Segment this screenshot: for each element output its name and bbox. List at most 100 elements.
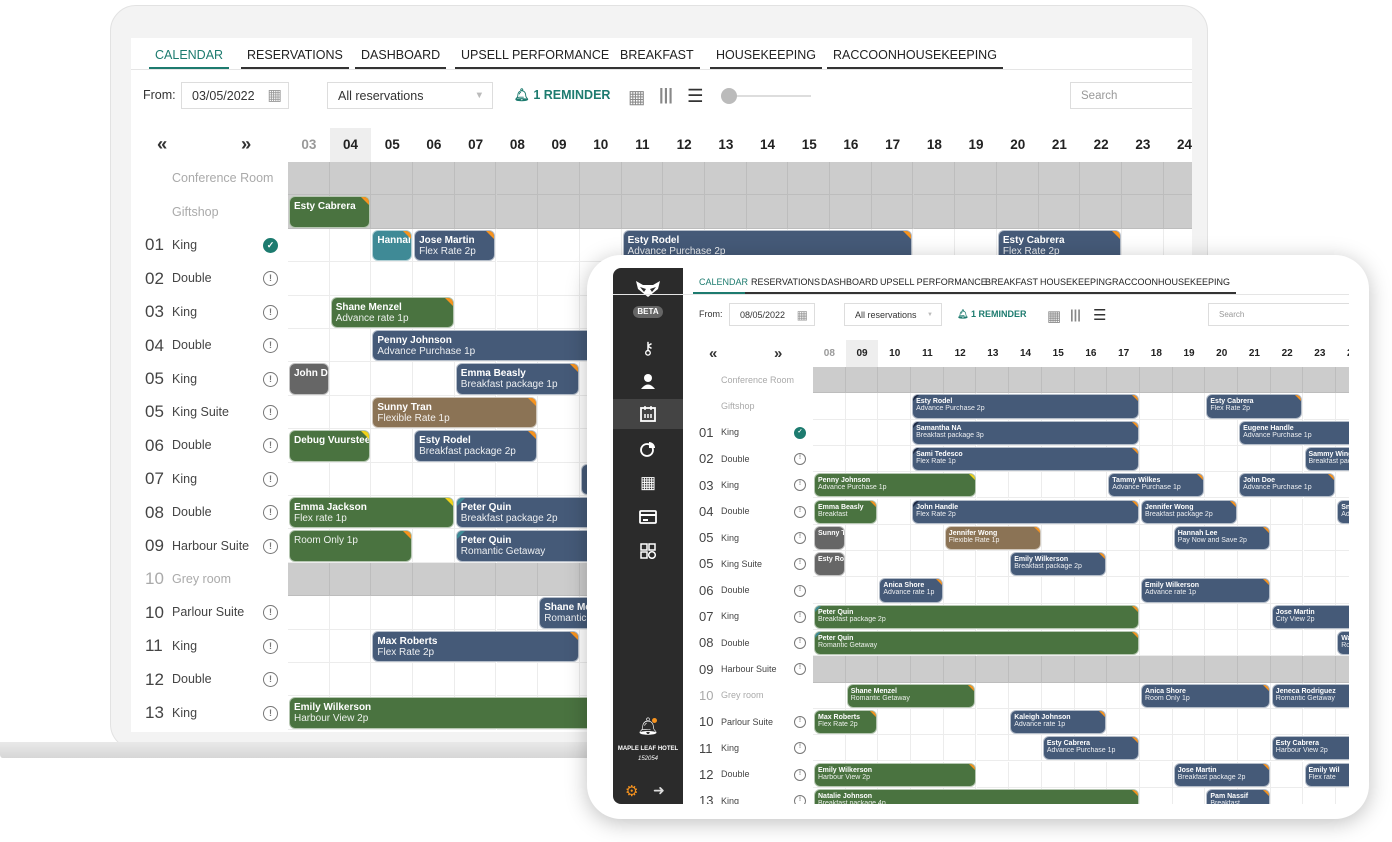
grid-cell[interactable] (1080, 195, 1122, 229)
grid-cell[interactable] (911, 656, 944, 683)
grid-cell[interactable] (579, 162, 622, 196)
pie-chart-icon[interactable] (613, 434, 683, 464)
grid-cell[interactable] (371, 195, 414, 229)
grid-cell[interactable] (878, 656, 912, 683)
tab-calendar[interactable]: CALENDAR (148, 48, 230, 69)
grid-cell[interactable] (878, 735, 912, 762)
booking-block[interactable]: Sunny Tran Flexible Rate 1p (372, 396, 538, 429)
room-alert-icon[interactable]: ! (794, 479, 806, 492)
booking-block[interactable]: Jose Martin Breakfast package 2p (1173, 762, 1270, 787)
room-alert-icon[interactable]: ! (263, 405, 278, 420)
settings-gear-icon[interactable]: ⚙ (625, 782, 638, 800)
grid-cell[interactable] (1140, 603, 1173, 630)
grid-cell[interactable] (1041, 682, 1075, 709)
grid-cell[interactable] (813, 682, 846, 709)
grid-cell[interactable] (538, 162, 580, 196)
grid-cell[interactable] (1205, 367, 1239, 394)
room-alert-icon[interactable]: ! (263, 605, 278, 621)
grid-cell[interactable] (288, 329, 330, 363)
day-header-12[interactable]: 12 (663, 128, 705, 162)
grid-cell[interactable] (1140, 445, 1173, 473)
booking-block[interactable]: Kaleigh Johnson Advance rate 1p (1010, 709, 1107, 735)
grid-cell[interactable] (496, 562, 539, 597)
day-header-13[interactable]: 13 (977, 340, 1010, 367)
grid-cell[interactable] (496, 162, 539, 196)
grid-cell[interactable] (1205, 603, 1239, 630)
grid-cell[interactable] (878, 551, 912, 578)
day-header-18[interactable]: 18 (1140, 340, 1173, 367)
grid-cell[interactable] (1238, 708, 1271, 736)
room-alert-icon[interactable]: ! (794, 768, 806, 781)
booking-block[interactable]: Jeneca Rodriguez Romantic Getaway (1271, 683, 1349, 708)
grid-cell[interactable] (621, 162, 664, 196)
grid-cell[interactable] (943, 551, 977, 578)
grid-cell[interactable] (1122, 195, 1164, 229)
room-ready-check-icon[interactable]: ✓ (263, 238, 278, 253)
grid-cell[interactable] (1041, 761, 1075, 788)
grid-cell[interactable] (329, 362, 372, 396)
from-date-input[interactable]: 03/05/2022 ▦ (181, 82, 289, 109)
room-alert-icon[interactable]: ! (794, 505, 806, 518)
grid-cell[interactable] (1172, 708, 1206, 736)
grid-cell[interactable] (788, 195, 831, 229)
day-header-16[interactable]: 16 (830, 128, 872, 162)
search-input[interactable]: Search (1208, 303, 1349, 326)
grid-cell[interactable] (976, 656, 1010, 683)
day-header-20[interactable]: 20 (997, 128, 1039, 162)
grid-cell[interactable] (371, 162, 414, 196)
grid-cell[interactable] (911, 367, 944, 394)
grid-cell[interactable] (1009, 682, 1042, 709)
day-header-10[interactable]: 10 (580, 128, 622, 162)
grid-cell[interactable] (454, 295, 497, 329)
day-header-20[interactable]: 20 (1205, 340, 1238, 367)
grid-cell[interactable] (1205, 445, 1239, 473)
day-header-15[interactable]: 15 (1042, 340, 1075, 367)
grid-cell[interactable] (496, 596, 539, 630)
day-header-22[interactable]: 22 (1271, 340, 1304, 367)
zoom-slider-handle[interactable] (721, 87, 737, 104)
grid-cell[interactable] (1107, 656, 1140, 683)
booking-block[interactable]: Esty Cabrera Advance Purchase 1p (1042, 736, 1139, 761)
grid-cell[interactable] (913, 162, 956, 196)
grid-cell[interactable] (1041, 472, 1075, 499)
grid-cell[interactable] (538, 228, 580, 263)
grid-cell[interactable] (496, 663, 539, 697)
room-alert-icon[interactable]: ! (263, 471, 278, 487)
grid-cell[interactable] (288, 562, 330, 597)
credit-card-icon[interactable] (613, 502, 683, 532)
grid-cell[interactable] (288, 262, 330, 296)
day-header-08[interactable]: 08 (497, 128, 539, 162)
tab-upsell-performance[interactable]: UPSELL PERFORMANCE (874, 277, 993, 294)
grid-cell[interactable] (663, 195, 705, 229)
grid-cell[interactable] (878, 524, 912, 552)
grid-cell[interactable] (1107, 761, 1140, 788)
grid-cell[interactable] (1304, 787, 1337, 804)
booking-block[interactable]: Anica Shore Advance rate 1p (879, 578, 943, 603)
grid-cell[interactable] (1303, 577, 1337, 604)
day-header-06[interactable]: 06 (413, 128, 455, 162)
grid-cell[interactable] (1140, 419, 1173, 446)
grid-cell[interactable] (454, 663, 497, 697)
grid-cell[interactable] (538, 562, 580, 597)
person-icon[interactable] (613, 366, 683, 396)
grid-cell[interactable] (1172, 445, 1206, 473)
grid-cell[interactable] (1336, 656, 1349, 683)
grid-cell[interactable] (371, 462, 414, 496)
booking-block[interactable]: Natalie Johnson Breakfast package 4p (814, 788, 1139, 804)
day-header-05[interactable]: 05 (371, 128, 413, 162)
room-alert-icon[interactable]: ! (263, 538, 278, 554)
booking-block[interactable]: Emily Wilkerson Advance rate 1p (1141, 578, 1270, 603)
next-week-button[interactable]: » (774, 345, 782, 362)
day-header-10[interactable]: 10 (878, 340, 911, 367)
grid-cell[interactable] (371, 663, 414, 697)
grid-cell[interactable] (329, 162, 372, 196)
grid-cell[interactable] (1172, 735, 1206, 762)
grid-cell[interactable] (1172, 393, 1206, 420)
room-alert-icon[interactable]: ! (794, 531, 806, 544)
grid-cell[interactable] (1140, 735, 1173, 762)
grid-cell[interactable] (955, 195, 997, 229)
grid-cell[interactable] (830, 162, 872, 196)
grid-cell[interactable] (1041, 524, 1075, 552)
grid-cell[interactable] (1140, 367, 1173, 394)
grid-cell[interactable] (1122, 162, 1164, 196)
